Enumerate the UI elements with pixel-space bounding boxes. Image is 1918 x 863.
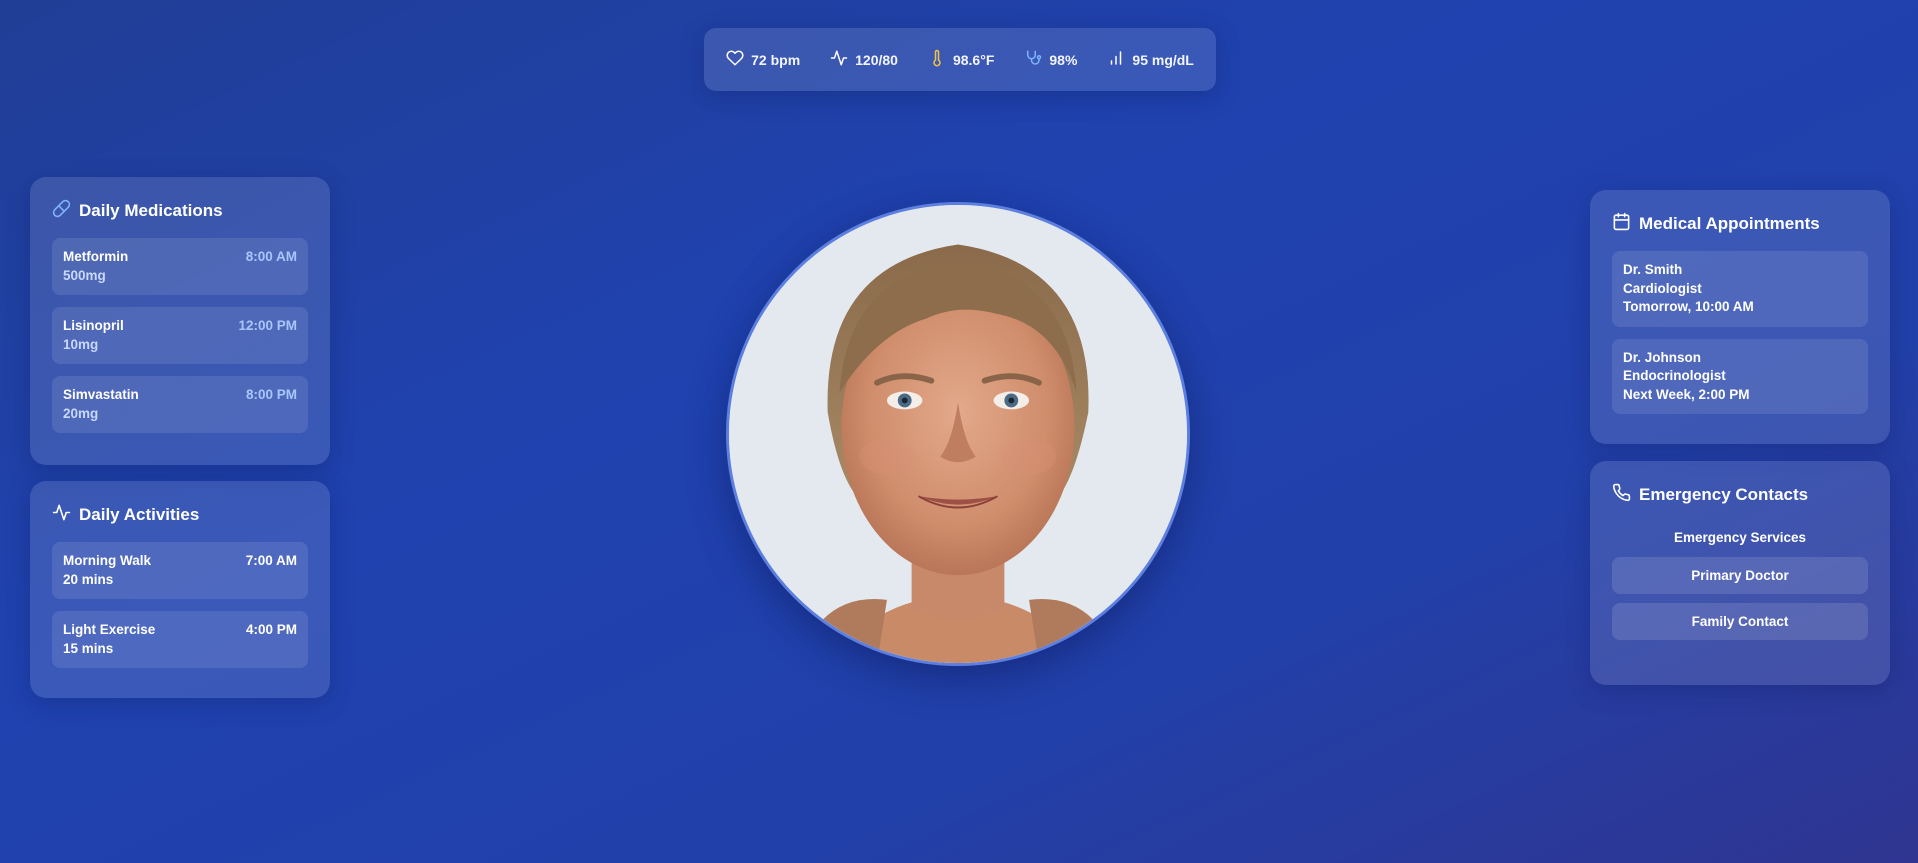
contacts-title: Emergency Contacts <box>1639 485 1809 504</box>
activity-name: Light Exercise <box>63 622 156 637</box>
activity-name: Morning Walk <box>63 553 151 568</box>
medication-time: 8:00 AM <box>245 249 297 264</box>
patient-portrait <box>726 202 1190 666</box>
activity-icon <box>52 503 71 527</box>
appointment-doctor: Dr. Smith <box>1623 262 1683 277</box>
blood-pressure-vital: 120/80 <box>830 49 898 70</box>
activities-panel: Daily Activities Morning Walk 7:00 AM 20… <box>30 481 330 698</box>
thermometer-icon <box>928 49 946 70</box>
medication-time: 12:00 PM <box>238 318 297 333</box>
blood-pressure-value: 120/80 <box>855 51 898 68</box>
medication-name: Metformin <box>63 249 129 264</box>
temperature-vital: 98.6°F <box>928 49 994 70</box>
primary-doctor-button[interactable]: Primary Doctor <box>1612 557 1868 594</box>
bar-chart-icon <box>1107 49 1125 70</box>
contacts-header: Emergency Contacts <box>1612 483 1868 507</box>
medication-name: Simvastatin <box>63 387 139 402</box>
family-contact-button[interactable]: Family Contact <box>1612 603 1868 640</box>
temperature-value: 98.6°F <box>952 51 995 68</box>
medication-dose: 20mg <box>63 405 99 421</box>
activity-item[interactable]: Light Exercise 4:00 PM 15 mins <box>52 611 308 668</box>
pill-icon <box>52 199 71 223</box>
medications-panel: Daily Medications Metformin 8:00 AM 500m… <box>30 177 330 465</box>
appointments-panel: Medical Appointments Dr. Smith Cardiolog… <box>1590 190 1890 444</box>
appointment-doctor: Dr. Johnson <box>1623 349 1702 365</box>
appointments-title: Medical Appointments <box>1639 214 1820 233</box>
oxygen-value: 98% <box>1049 51 1078 68</box>
activities-header: Daily Activities <box>52 503 308 527</box>
glucose-vital: 95 mg/dL <box>1107 49 1194 70</box>
stethoscope-icon <box>1024 49 1042 70</box>
medications-header: Daily Medications <box>52 199 308 223</box>
activities-title: Daily Activities <box>79 505 200 524</box>
appointment-time: Tomorrow, 10:00 AM <box>1623 299 1754 314</box>
activity-duration: 15 mins <box>63 640 114 656</box>
heart-icon <box>726 49 744 70</box>
activity-duration: 20 mins <box>63 571 114 587</box>
medication-dose: 500mg <box>63 267 106 283</box>
calendar-icon <box>1612 212 1631 236</box>
vitals-bar: 72 bpm 120/80 98.6°F 98% 95 mg/dL <box>704 28 1216 91</box>
appointments-header: Medical Appointments <box>1612 212 1868 236</box>
medication-time: 8:00 PM <box>245 387 297 402</box>
patient-photo <box>729 205 1187 663</box>
glucose-value: 95 mg/dL <box>1132 51 1194 68</box>
medication-item[interactable]: Metformin 8:00 AM 500mg <box>52 238 308 295</box>
heart-rate-value: 72 bpm <box>751 51 801 68</box>
activity-time: 4:00 PM <box>245 622 297 637</box>
activity-item[interactable]: Morning Walk 7:00 AM 20 mins <box>52 542 308 599</box>
oxygen-vital: 98% <box>1024 49 1077 70</box>
appointment-item[interactable]: Dr. Johnson Endocrinologist Next Week, 2… <box>1612 338 1868 414</box>
appointment-item[interactable]: Dr. Smith Cardiologist Tomorrow, 10:00 A… <box>1612 251 1868 327</box>
heart-rate-vital: 72 bpm <box>726 49 800 70</box>
phone-icon <box>1612 483 1631 507</box>
medication-item[interactable]: Lisinopril 12:00 PM 10mg <box>52 307 308 364</box>
medications-title: Daily Medications <box>79 201 223 220</box>
appointment-specialty: Cardiologist <box>1623 280 1702 296</box>
medication-item[interactable]: Simvastatin 8:00 PM 20mg <box>52 376 308 433</box>
appointment-time: Next Week, 2:00 PM <box>1623 386 1750 402</box>
emergency-services-button[interactable]: Emergency Services <box>1612 522 1868 557</box>
appointment-specialty: Endocrinologist <box>1623 368 1726 383</box>
activity-time: 7:00 AM <box>245 553 297 568</box>
medication-name: Lisinopril <box>63 318 124 333</box>
pulse-icon <box>830 49 848 70</box>
contacts-panel: Emergency Contacts Emergency Services Pr… <box>1590 461 1890 685</box>
medication-dose: 10mg <box>63 336 99 352</box>
